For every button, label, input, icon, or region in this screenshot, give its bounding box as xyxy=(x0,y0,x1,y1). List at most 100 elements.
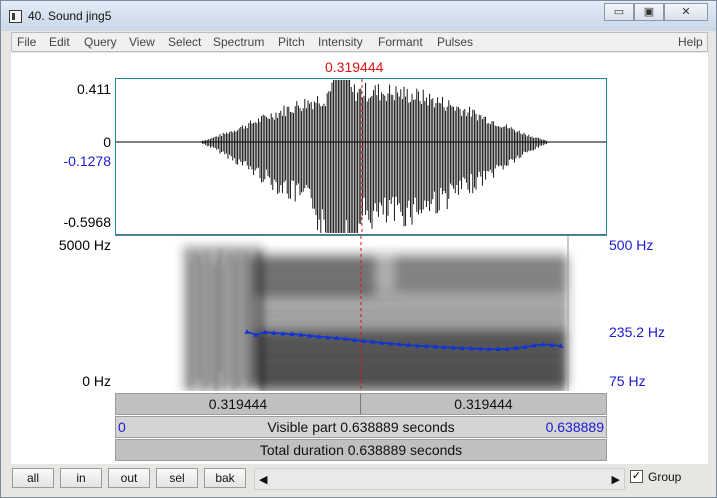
spectrogram-panel[interactable] xyxy=(115,235,607,391)
menu-file[interactable]: File xyxy=(17,35,36,49)
spectrogram-noise xyxy=(193,251,195,383)
visible-end-value: 0.638889 xyxy=(545,419,604,435)
zoom-back-button[interactable]: bak xyxy=(204,468,246,488)
spectrogram-noise xyxy=(238,250,240,388)
spectrogram-plot xyxy=(183,236,570,391)
visible-part-label: Visible part 0.638889 seconds xyxy=(267,419,455,435)
spectrogram-harmonic xyxy=(260,382,565,385)
zoom-selection-button[interactable]: sel xyxy=(156,468,198,488)
spectrogram-noise xyxy=(220,248,222,373)
waveform-panel[interactable] xyxy=(115,78,607,235)
spectrogram-noise xyxy=(259,250,261,389)
cursor-time-label: 0.319444 xyxy=(325,59,384,75)
waveform-signal xyxy=(201,80,547,233)
visible-part-bar[interactable]: 0 Visible part 0.638889 seconds 0.638889 xyxy=(115,416,607,438)
selection-time-bar[interactable]: 0.319444 0.319444 xyxy=(115,393,607,415)
spectrogram-harmonic xyxy=(260,309,565,312)
menu-view[interactable]: View xyxy=(129,35,155,49)
group-label: Group xyxy=(648,470,682,484)
spectrogram-harmonic xyxy=(260,388,565,391)
spectrogram-noise xyxy=(256,251,258,378)
waveform-ymax-label: 0.411 xyxy=(77,81,111,97)
spectrogram-harmonic xyxy=(260,264,565,268)
horizontal-scrollbar[interactable]: ◀ ▶ xyxy=(254,468,625,490)
spectrogram-noise xyxy=(202,264,204,391)
spectrogram-harmonic xyxy=(260,287,565,290)
scroll-left-icon[interactable]: ◀ xyxy=(259,473,267,486)
spectrogram-harmonic xyxy=(260,281,565,284)
waveform-cursor-value-label: -0.1278 xyxy=(63,153,111,169)
spectrogram-noise xyxy=(229,249,231,378)
spectrogram-harmonic xyxy=(260,371,565,374)
pitch-top-label: 500 Hz xyxy=(609,237,654,253)
total-duration-label: Total duration 0.638889 seconds xyxy=(259,442,463,458)
waveform-ymin-label: -0.5968 xyxy=(63,214,111,230)
spectrogram-noise xyxy=(187,252,189,387)
spectrogram-harmonic xyxy=(260,248,565,251)
spectrogram-harmonic xyxy=(260,304,565,307)
menu-spectrum[interactable]: Spectrum xyxy=(213,35,264,49)
spectrogram-noise xyxy=(196,253,198,380)
spectrogram-harmonic xyxy=(260,292,565,296)
scroll-right-icon[interactable]: ▶ xyxy=(612,473,620,486)
spectrogram-noise xyxy=(250,262,252,386)
menu-intensity[interactable]: Intensity xyxy=(318,35,363,49)
pitch-mid-label: 235.2 Hz xyxy=(609,324,666,340)
spectrogram-noise xyxy=(199,255,201,379)
spectrogram-noise xyxy=(241,258,243,391)
window-title: 40. Sound jing5 xyxy=(28,9,112,23)
waveform-yzero-label: 0 xyxy=(103,134,111,150)
spectrogram-harmonic xyxy=(260,298,565,301)
spectrogram-noise xyxy=(217,257,219,391)
spectrogram-noise xyxy=(223,264,225,391)
menu-help[interactable]: Help xyxy=(678,35,703,49)
spectrogram-noise xyxy=(211,261,213,383)
title-bar[interactable]: 40. Sound jing5 ▭ ▣ ✕ xyxy=(1,1,716,31)
spectrogram-noise xyxy=(232,254,234,391)
sound-editor-window: 40. Sound jing5 ▭ ▣ ✕ File Edit Query Vi… xyxy=(0,0,717,498)
spectrogram-harmonic xyxy=(260,315,565,318)
maximize-button[interactable]: ▣ xyxy=(634,3,664,21)
close-button[interactable]: ✕ xyxy=(664,3,708,21)
spectrogram-noise xyxy=(235,258,237,391)
menu-pitch[interactable]: Pitch xyxy=(278,35,305,49)
spectrogram-harmonic xyxy=(260,337,565,340)
total-duration-bar[interactable]: Total duration 0.638889 seconds xyxy=(115,439,607,461)
spectrogram-harmonic xyxy=(260,332,565,335)
bottom-toolbar: all in out sel bak ◀ ▶ ✓ Group xyxy=(11,465,708,495)
menu-bar: File Edit Query View Select Spectrum Pit… xyxy=(11,32,708,52)
zoom-in-button[interactable]: in xyxy=(60,468,102,488)
spectrogram-noise xyxy=(247,256,249,391)
spectrogram-harmonic xyxy=(260,259,565,262)
left-time-value: 0.319444 xyxy=(208,396,268,412)
spectrogram-harmonic xyxy=(260,253,565,256)
spectrogram-harmonic xyxy=(260,348,565,352)
spectrogram-harmonic xyxy=(260,326,565,329)
minimize-button[interactable]: ▭ xyxy=(604,3,634,21)
pitch-bottom-label: 75 Hz xyxy=(609,373,646,389)
spectrogram-noise xyxy=(214,264,216,391)
spectrogram-noise xyxy=(208,259,210,391)
menu-edit[interactable]: Edit xyxy=(49,35,70,49)
spectrogram-harmonic xyxy=(260,376,565,380)
spectrogram-noise xyxy=(205,249,207,388)
menu-pulses[interactable]: Pulses xyxy=(437,35,473,49)
spectrogram-ytop-label: 5000 Hz xyxy=(58,237,111,253)
right-time-value: 0.319444 xyxy=(454,396,513,412)
spectrogram-noise xyxy=(226,255,228,387)
spectrogram-harmonic xyxy=(260,270,565,273)
spectrogram-noise xyxy=(244,251,246,380)
zoom-out-button[interactable]: out xyxy=(108,468,150,488)
app-icon xyxy=(9,10,22,23)
spectrogram-ybottom-label: 0 Hz xyxy=(82,373,111,389)
menu-formant[interactable]: Formant xyxy=(378,35,423,49)
spectrogram-harmonic xyxy=(260,360,565,363)
spectrogram-harmonic xyxy=(260,320,565,324)
zoom-all-button[interactable]: all xyxy=(12,468,54,488)
menu-select[interactable]: Select xyxy=(168,35,201,49)
waveform-plot xyxy=(116,79,606,234)
spectrogram-noise xyxy=(262,264,264,390)
menu-query[interactable]: Query xyxy=(84,35,117,49)
group-checkbox[interactable]: ✓ xyxy=(630,470,643,483)
spectrogram-noise xyxy=(190,260,192,391)
